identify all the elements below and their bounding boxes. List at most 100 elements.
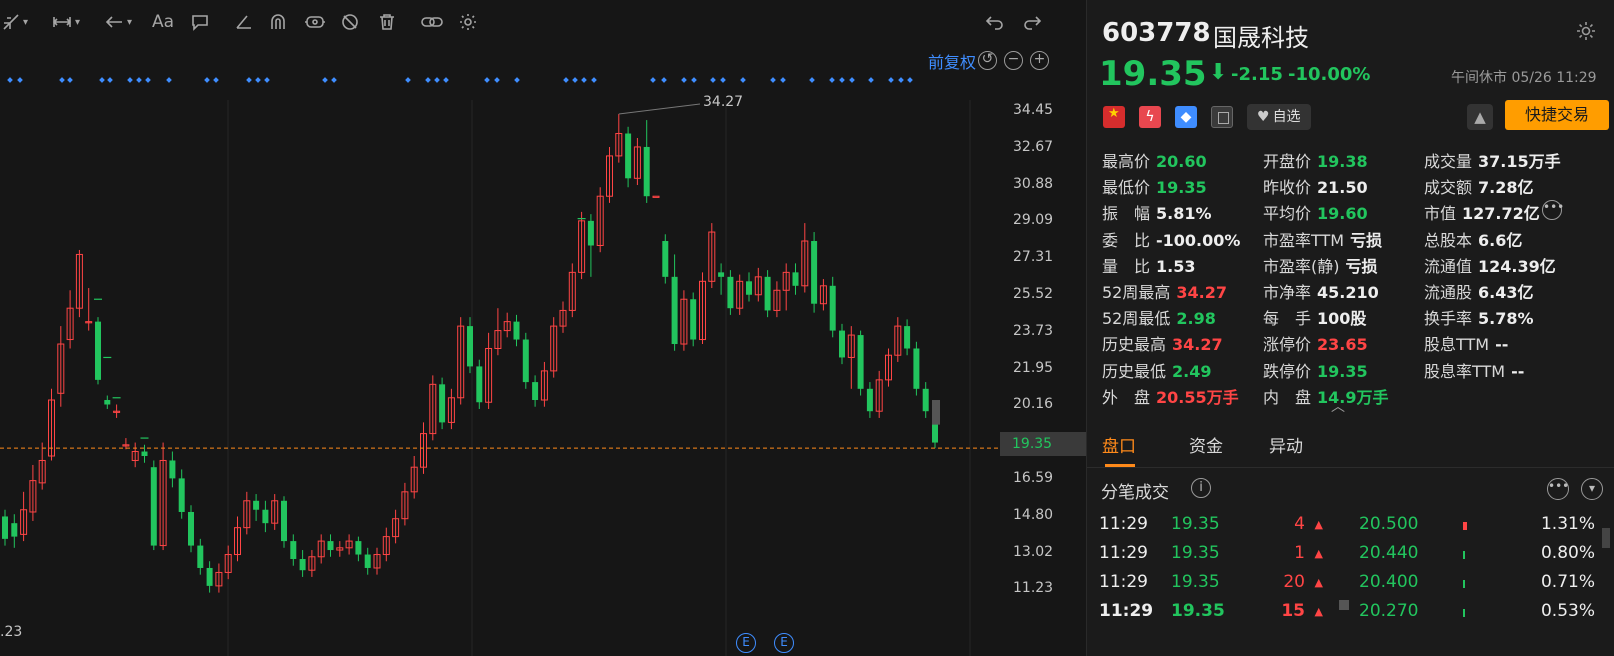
signal-dot <box>425 77 431 83</box>
more-icon[interactable]: ••• <box>1547 478 1569 500</box>
candle-body <box>662 241 669 277</box>
candle-body <box>253 500 260 510</box>
document-icon[interactable] <box>1211 106 1233 128</box>
stat-col2-row: 市盈率TTM 亏损 <box>1263 227 1382 251</box>
signal-dot <box>443 77 449 83</box>
gear-icon[interactable] <box>1575 20 1597 42</box>
expand-icon[interactable]: ▾ <box>1581 478 1603 500</box>
info-icon[interactable]: i <box>1191 478 1211 498</box>
redo-icon[interactable] <box>1022 10 1042 34</box>
stat-col3-row: 股息TTM -- <box>1424 331 1508 355</box>
margin-trading-icon[interactable]: ϟ <box>1139 106 1161 128</box>
quick-trade-button[interactable]: 快捷交易 <box>1505 100 1609 130</box>
distribution-row: 20.500 1.31% <box>1357 514 1607 542</box>
signal-dot <box>898 77 904 83</box>
distribution-bar <box>1463 580 1465 588</box>
bell-icon[interactable]: ▲ <box>1467 104 1493 130</box>
distribution-percent: 0.71% <box>1540 572 1595 592</box>
tick-price: 19.35 <box>1171 543 1220 563</box>
candle-body <box>439 384 446 423</box>
reset-icon[interactable]: ↺ <box>978 51 997 70</box>
text-icon[interactable]: Aa <box>152 10 174 34</box>
stat-value: 19.35 <box>1156 178 1207 198</box>
price-axis-tick: 30.88 <box>1013 175 1054 192</box>
stat-value: 37.15万手 <box>1478 152 1561 171</box>
candle-body <box>922 388 929 412</box>
tick-row: 11:29 19.35 4 ▲ <box>1087 514 1327 542</box>
tab-order-book[interactable]: 盘口 <box>1102 432 1136 457</box>
candle-body <box>2 516 8 539</box>
stat-label: 开盘价 <box>1263 152 1312 171</box>
candle-body <box>188 511 194 546</box>
tick-price: 19.35 <box>1171 601 1225 621</box>
stat-label: 内 盘 <box>1263 387 1312 407</box>
stat-value: 2.49 <box>1172 361 1212 381</box>
scrollbar[interactable] <box>1602 528 1610 548</box>
china-flag-icon[interactable] <box>1103 106 1125 128</box>
more-icon[interactable]: ••• <box>1542 200 1564 220</box>
candlestick-chart[interactable] <box>0 70 1000 656</box>
candle-body <box>764 276 771 311</box>
event-marker[interactable]: E <box>736 633 756 653</box>
stat-value: 21.50 <box>1317 178 1368 198</box>
stat-value: -- <box>1511 361 1525 381</box>
stat-label: 52周最低 <box>1102 309 1171 329</box>
zoom-out-icon[interactable]: − <box>1004 51 1023 70</box>
trash-icon[interactable] <box>378 10 396 34</box>
add-watchlist-button[interactable]: ♥ 自选 <box>1247 104 1311 130</box>
stat-value: 127.72亿 <box>1462 204 1540 224</box>
stat-label: 流通值 <box>1424 256 1473 276</box>
line-icon[interactable] <box>234 10 254 34</box>
stat-col2-row: 市净率 45.210 <box>1263 279 1379 303</box>
zoom-in-icon[interactable]: + <box>1030 51 1049 70</box>
up-triangle-icon: ▲ <box>1314 518 1323 531</box>
stat-col3-row: 成交量 37.15万手 <box>1424 148 1561 172</box>
signal-dot <box>907 77 913 83</box>
kline-chart-area[interactable]: ▾ ▾ ▾ Aa 前复权 ↺ − + 34.27 34.45 32.67 30.… <box>0 0 1086 656</box>
comment-icon[interactable] <box>190 10 210 34</box>
stat-value: 124.39亿 <box>1478 256 1556 276</box>
up-triangle-icon: ▲ <box>1314 605 1323 618</box>
signal-dot <box>59 77 65 83</box>
measure-icon[interactable]: ▾ <box>52 10 80 34</box>
tab-funds[interactable]: 资金 <box>1189 432 1223 457</box>
change-amount: -2.15 <box>1231 64 1283 85</box>
heart-icon: ♥ <box>1257 109 1270 125</box>
candle-body <box>327 541 334 551</box>
magnet-icon[interactable] <box>268 10 288 34</box>
signal-dot <box>331 77 337 83</box>
stat-label: 历史最高 <box>1102 335 1167 355</box>
candle-body <box>904 326 911 349</box>
candle-body <box>727 276 734 309</box>
hide-icon[interactable] <box>340 10 360 34</box>
market-status: 午间休市 05/26 11:29 <box>1451 70 1597 86</box>
signal-dot <box>591 77 597 83</box>
settings-icon[interactable] <box>458 10 478 34</box>
stat-value: 19.38 <box>1317 152 1368 171</box>
stat-value: 5.81% <box>1156 204 1212 224</box>
tag-icon[interactable]: ◆ <box>1175 106 1197 128</box>
candle-body <box>718 272 725 277</box>
stat-value: 6.6亿 <box>1478 230 1523 250</box>
signal-dot <box>246 77 252 83</box>
undo-icon[interactable] <box>985 10 1005 34</box>
link-icon[interactable] <box>420 10 444 34</box>
tick-time: 11:29 <box>1099 572 1148 592</box>
candle-body <box>811 241 818 304</box>
tick-price: 19.35 <box>1171 514 1220 534</box>
signal-dot <box>829 77 835 83</box>
collapse-icon[interactable]: ︿ <box>1331 396 1345 416</box>
tab-anomaly[interactable]: 异动 <box>1269 432 1303 457</box>
event-marker[interactable]: E <box>774 633 794 653</box>
stat-col3-row: 流通股 6.43亿 <box>1424 279 1534 303</box>
signal-dot <box>484 77 490 83</box>
stat-label: 52周最高 <box>1102 283 1171 302</box>
candle-body <box>262 509 269 524</box>
price-axis-tick: 25.52 <box>1013 286 1054 302</box>
arrow-icon[interactable]: ▾ <box>104 10 132 34</box>
stat-col1-row: 最低价 19.35 <box>1102 174 1207 198</box>
eye-icon[interactable] <box>304 10 326 34</box>
candle-body <box>476 366 483 403</box>
draw-tools-icon[interactable]: ▾ <box>2 10 28 34</box>
high-marker-leader <box>618 103 701 115</box>
